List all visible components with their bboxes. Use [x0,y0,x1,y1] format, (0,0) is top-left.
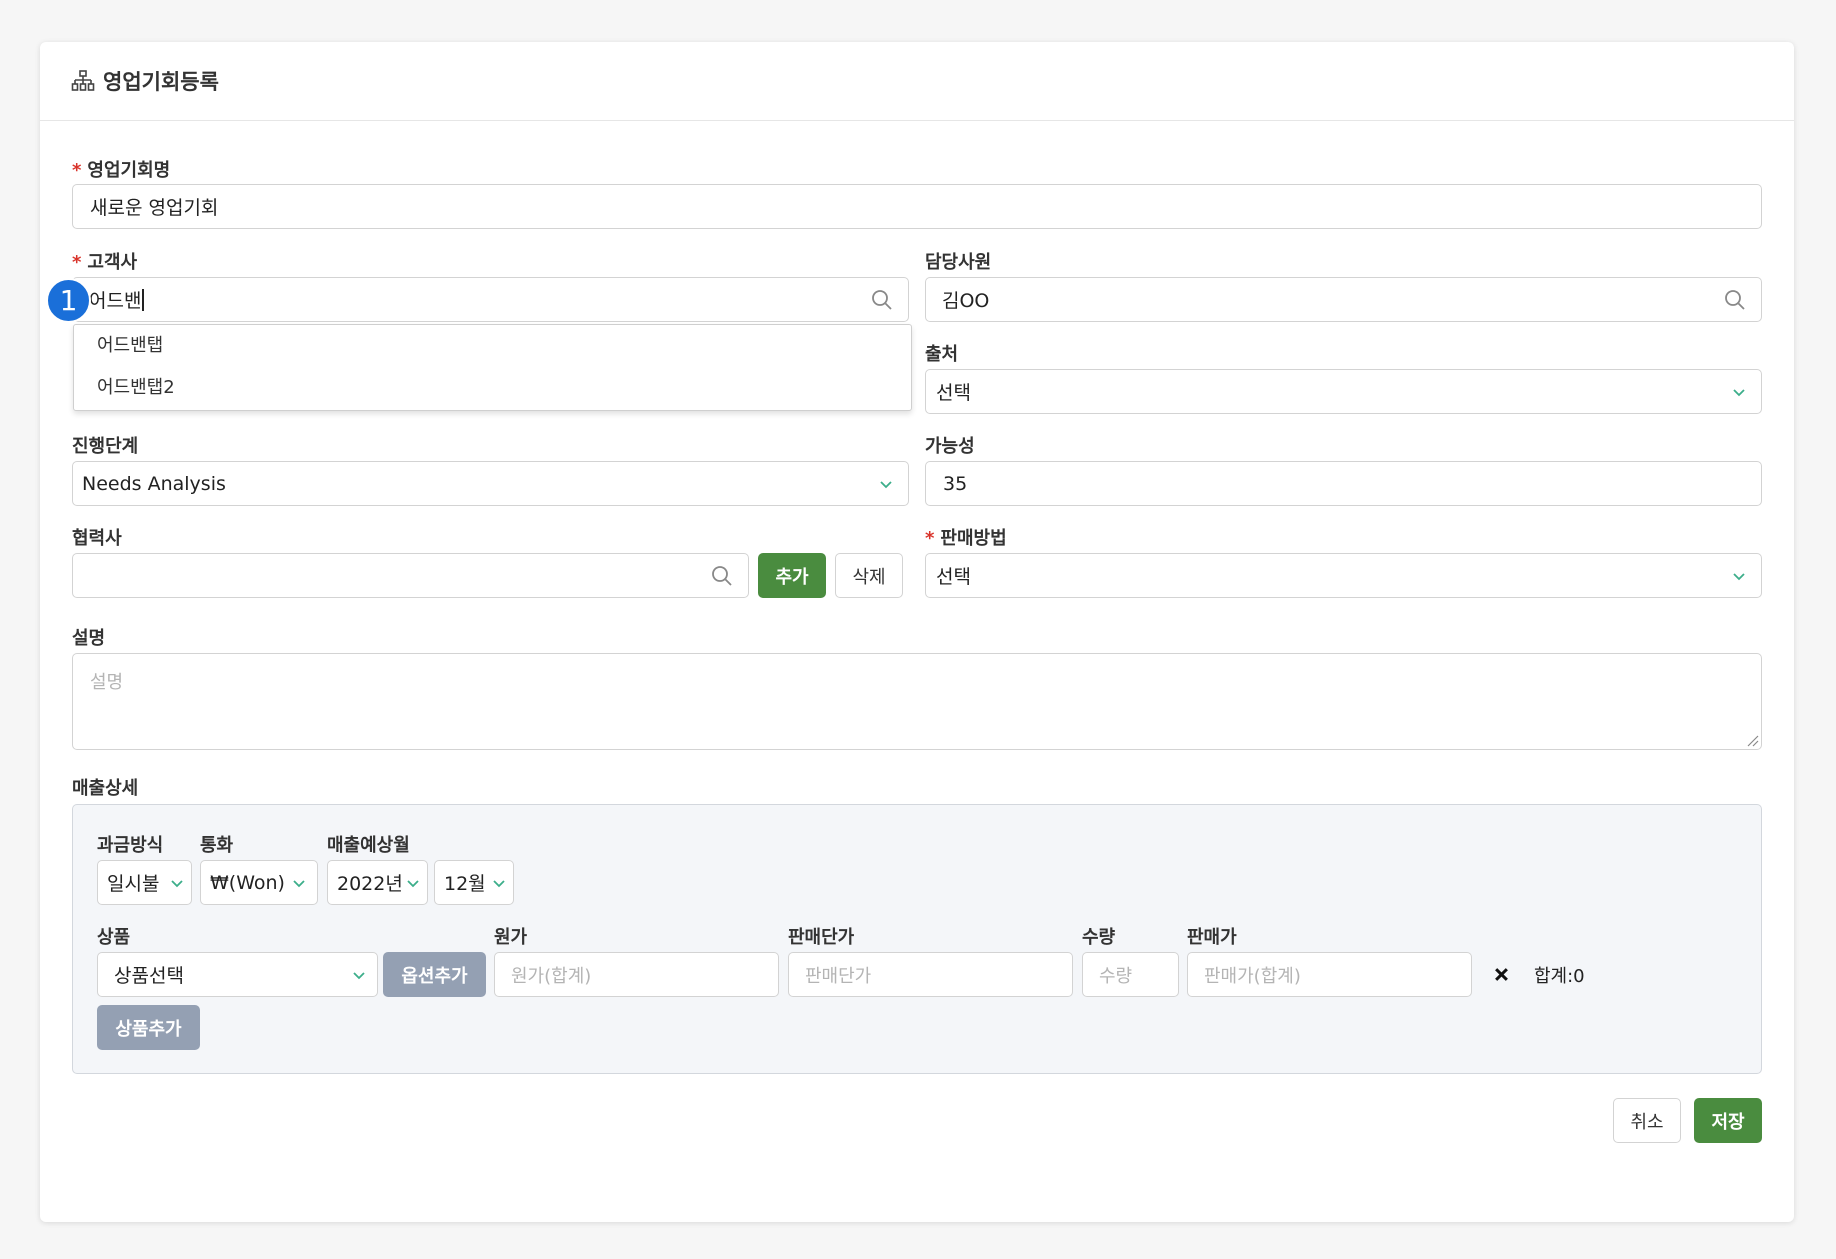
card-header: 영업기회등록 [40,42,1794,121]
unit-price-input[interactable]: 판매단가 [788,952,1073,997]
sales-detail-label: 매출상세 [72,778,139,799]
suggestion-item[interactable]: 어드밴탭2 [74,367,911,409]
quantity-label: 수량 [1082,927,1116,948]
chevron-down-icon [1733,572,1745,580]
partner-label: 협력사 [72,528,122,549]
description-textarea[interactable]: 설명 [72,653,1762,750]
customer-label: * 고객사 [72,252,138,273]
org-chart-icon [71,70,95,91]
sales-method-label: * 판매방법 [925,528,1007,549]
manager-search-input[interactable]: 김OO [925,277,1762,322]
stage-select[interactable]: Needs Analysis [72,461,909,506]
required-mark: * [72,160,82,181]
chevron-down-icon [880,480,892,488]
currency-label: 통화 [200,835,234,856]
chevron-down-icon [293,879,305,887]
sales-detail-panel: 과금방식 통화 매출예상월 일시불 ₩(Won) 2022년 12월 상품 원가… [72,804,1762,1074]
search-icon[interactable] [710,564,734,588]
description-placeholder: 설명 [90,672,124,693]
chevron-down-icon [493,879,505,887]
stage-label: 진행단계 [72,436,139,457]
step-number-badge: 1 [46,278,91,323]
chevron-down-icon [407,879,419,887]
chevron-down-icon [1733,388,1745,396]
product-select[interactable]: 상품선택 [97,952,378,997]
probability-label: 가능성 [925,436,975,457]
description-label: 설명 [72,628,106,649]
option-add-button[interactable]: 옵션추가 [383,952,486,997]
cost-input[interactable]: 원가(합계) [494,952,779,997]
probability-input[interactable]: 35 [925,461,1762,506]
resize-handle-icon[interactable] [1745,733,1759,747]
add-product-button[interactable]: 상품추가 [97,1005,200,1050]
search-icon[interactable] [870,288,894,312]
save-button[interactable]: 저장 [1694,1098,1762,1143]
product-label: 상품 [97,927,131,948]
chevron-down-icon [171,879,183,887]
search-icon[interactable] [1723,288,1747,312]
chevron-down-icon [353,971,365,979]
cancel-button[interactable]: 취소 [1613,1098,1681,1143]
customer-suggestion-list: 어드밴탭 어드밴탭2 [73,324,912,411]
partner-search-input[interactable] [72,553,749,598]
partner-add-button[interactable]: 추가 [758,553,826,598]
expected-year-select[interactable]: 2022년 [327,860,428,905]
customer-search-input[interactable]: 어드밴 [72,277,909,322]
currency-select[interactable]: ₩(Won) [200,860,318,905]
row-total-text: 합계:0 [1534,966,1585,987]
opportunity-name-label: * 영업기회명 [72,160,171,181]
unit-price-label: 판매단가 [788,927,855,948]
expected-month-label: 매출예상월 [327,835,410,856]
source-label: 출처 [925,344,959,365]
suggestion-item[interactable]: 어드밴탭 [74,325,911,367]
partner-delete-button[interactable]: 삭제 [835,553,903,598]
page-title: 영업기회등록 [103,70,219,94]
opportunity-name-input[interactable]: 새로운 영업기회 [72,184,1762,229]
cost-label: 원가 [494,927,528,948]
manager-label: 담당사원 [925,252,992,273]
billing-label: 과금방식 [97,835,164,856]
price-label: 판매가 [1187,927,1237,948]
close-icon[interactable] [1494,967,1509,982]
expected-month-select[interactable]: 12월 [434,860,514,905]
sales-method-select[interactable]: 선택 [925,553,1762,598]
quantity-input[interactable]: 수량 [1082,952,1179,997]
price-input[interactable]: 판매가(합계) [1187,952,1472,997]
text-cursor [142,288,145,311]
source-select[interactable]: 선택 [925,369,1762,414]
billing-select[interactable]: 일시불 [97,860,192,905]
